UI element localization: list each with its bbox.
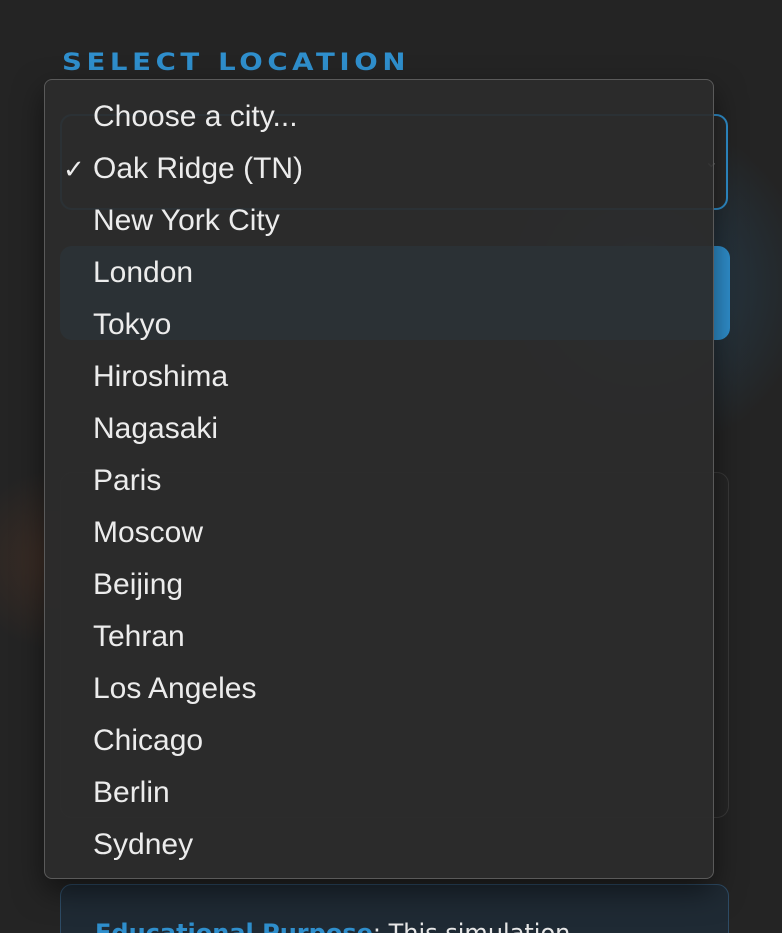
option-berlin[interactable]: Berlin: [45, 767, 713, 819]
notice-text: : This simulation: [372, 919, 571, 933]
option-label: Choose a city...: [93, 100, 298, 133]
check-icon: ✓: [63, 154, 85, 184]
option-label: Los Angeles: [93, 672, 257, 705]
option-moscow[interactable]: Moscow: [45, 507, 713, 559]
option-tehran[interactable]: Tehran: [45, 611, 713, 663]
select-location-label: SELECT LOCATION: [62, 48, 411, 76]
option-sydney[interactable]: Sydney: [45, 819, 713, 871]
option-beijing[interactable]: Beijing: [45, 559, 713, 611]
option-label: Beijing: [93, 568, 184, 601]
option-label: London: [93, 256, 194, 289]
option-chicago[interactable]: Chicago: [45, 715, 713, 767]
option-label: Hiroshima: [93, 360, 229, 393]
option-oak-ridge[interactable]: ✓ Oak Ridge (TN): [45, 143, 713, 195]
option-tokyo[interactable]: Tokyo: [45, 299, 713, 351]
option-label: Tokyo: [93, 308, 172, 341]
notice-title: Educational Purpose: [95, 919, 373, 933]
option-label: Chicago: [93, 724, 204, 757]
option-label: Tehran: [93, 620, 185, 653]
option-label: Nagasaki: [93, 412, 219, 445]
option-nagasaki[interactable]: Nagasaki: [45, 403, 713, 455]
educational-notice: Educational Purpose: This simulation: [60, 884, 729, 933]
option-label: Moscow: [93, 516, 204, 549]
option-hiroshima[interactable]: Hiroshima: [45, 351, 713, 403]
option-label: Paris: [93, 464, 162, 497]
option-label: New York City: [93, 204, 280, 237]
option-label: Oak Ridge (TN): [93, 152, 304, 185]
option-paris[interactable]: Paris: [45, 455, 713, 507]
app-page: SELECT LOCATION ⌄ Educational Purpose: T…: [0, 0, 782, 933]
city-dropdown-menu[interactable]: Choose a city... ✓ Oak Ridge (TN) New Yor…: [44, 79, 714, 879]
option-los-angeles[interactable]: Los Angeles: [45, 663, 713, 715]
option-new-york-city[interactable]: New York City: [45, 195, 713, 247]
option-label: Sydney: [93, 828, 194, 861]
option-london[interactable]: London: [45, 247, 713, 299]
option-choose-city[interactable]: Choose a city...: [45, 91, 713, 143]
option-label: Berlin: [93, 776, 170, 809]
